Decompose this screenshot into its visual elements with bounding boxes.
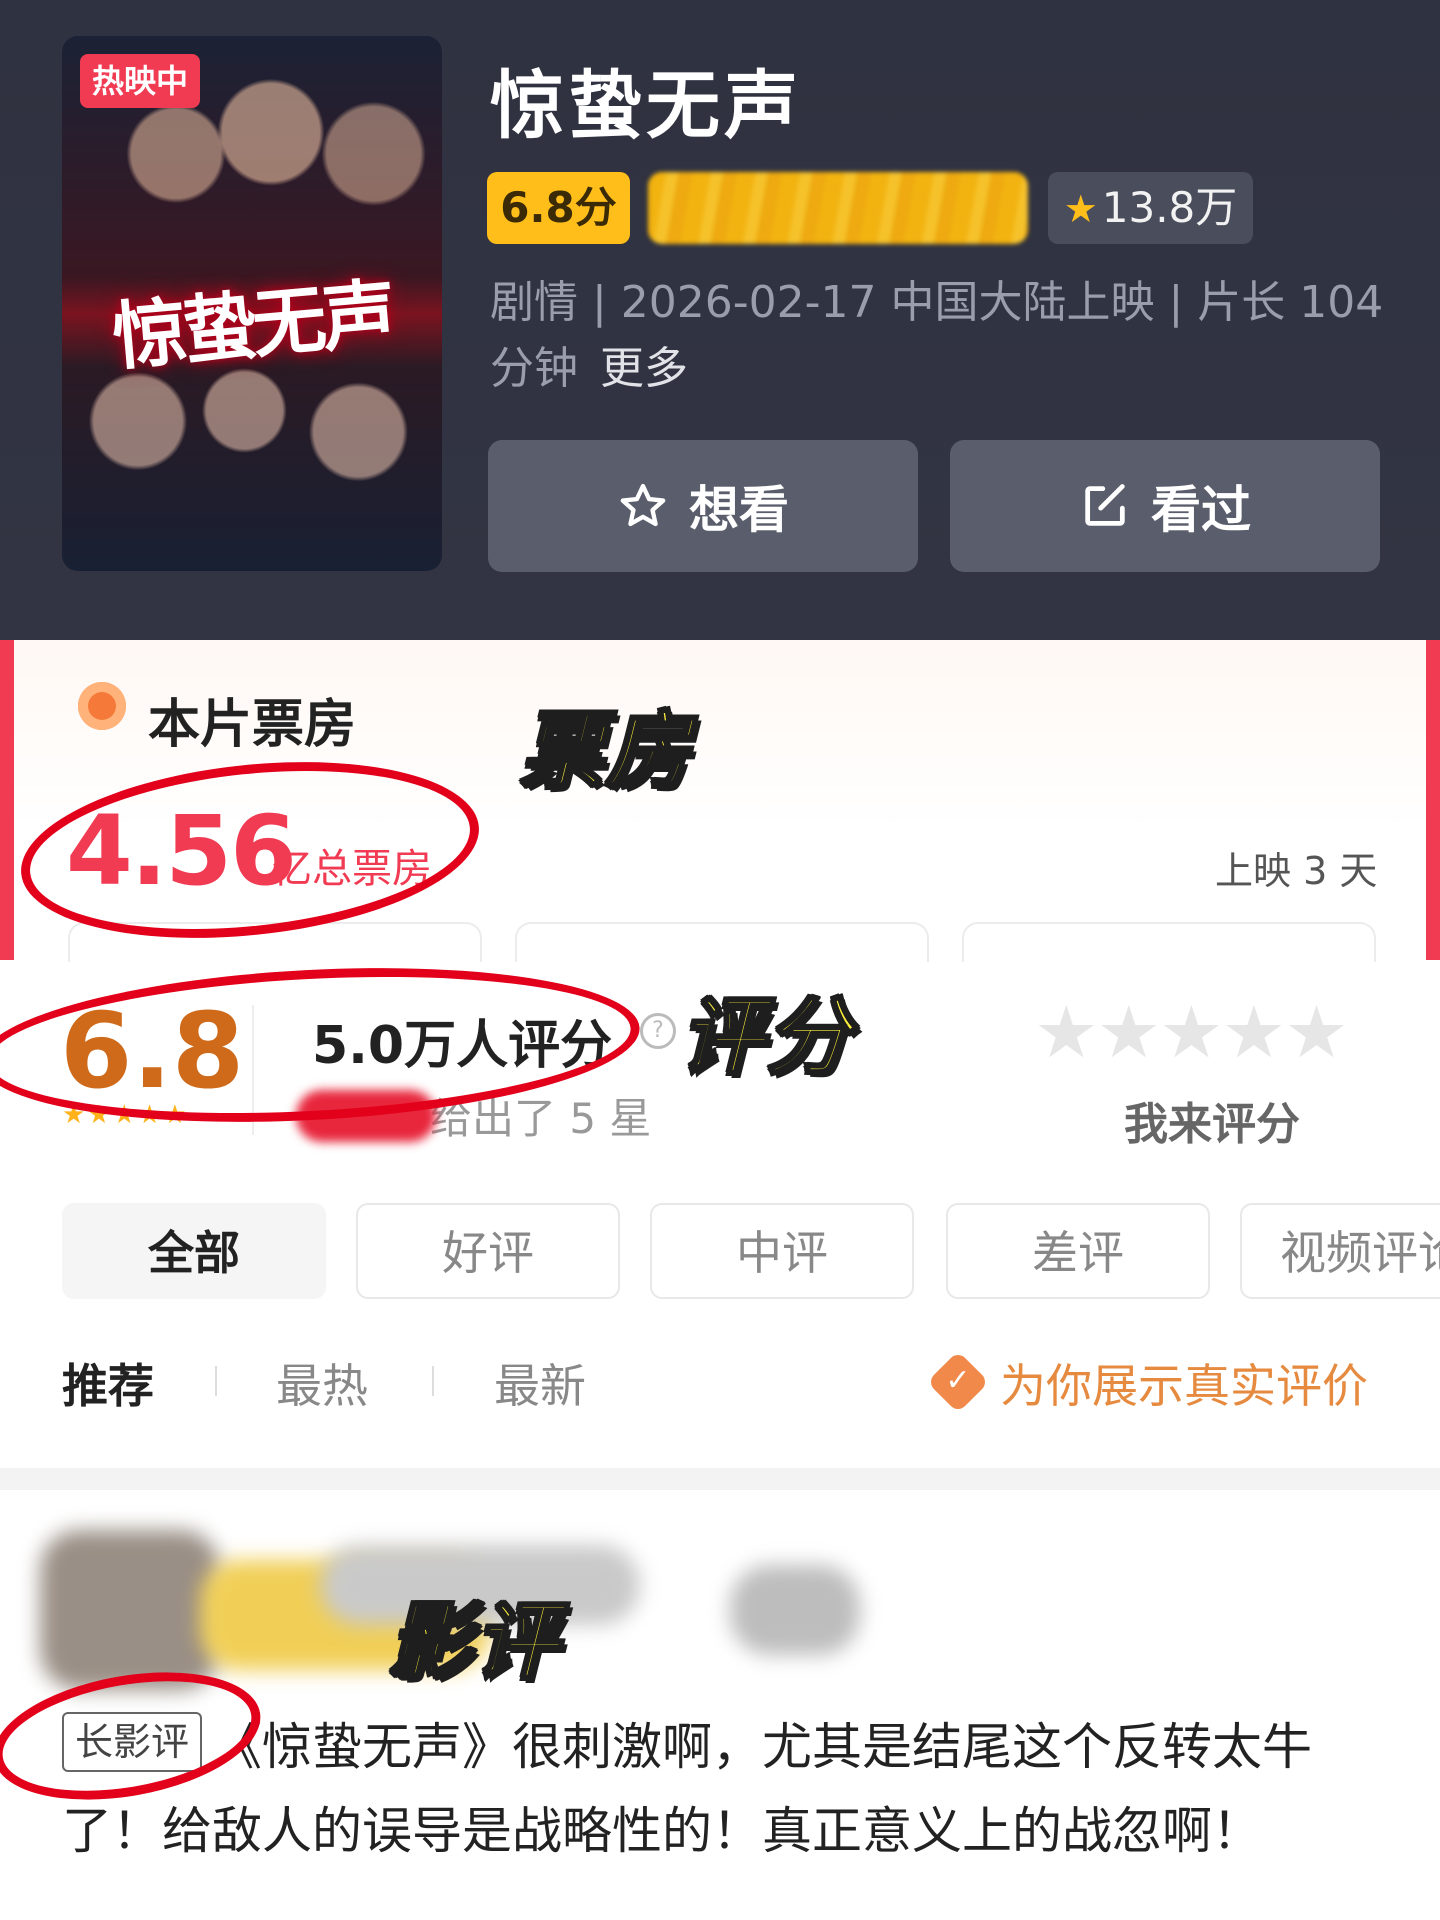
rate-me-button[interactable]: 我来评分	[1124, 1088, 1300, 1152]
my-rating-stars[interactable]: ★★★★★	[1034, 990, 1349, 1074]
real-reviews-notice: 为你展示真实评价	[1000, 1359, 1368, 1413]
tab-positive[interactable]: 好评	[356, 1203, 620, 1299]
tab-negative[interactable]: 差评	[946, 1203, 1210, 1299]
sort-divider	[432, 1366, 434, 1396]
more-link[interactable]: 更多	[600, 343, 688, 394]
annotation-box-office: 票房	[518, 701, 693, 802]
watched-button[interactable]: 看过	[950, 440, 1380, 572]
now-showing-badge: 热映中	[80, 54, 201, 108]
movie-poster[interactable]: 热映中 惊蛰无声	[62, 36, 442, 571]
movie-title: 惊蛰无声	[490, 63, 802, 149]
tab-neutral[interactable]: 中评	[650, 1203, 914, 1299]
check-icon: ✓	[945, 1363, 971, 1398]
score-badge[interactable]: 6.8分	[487, 172, 630, 244]
review-text: 《惊蛰无声》很刺激啊，尤其是结尾这个反转太牛了！给敌人的误导是战略性的！真正意义…	[62, 1718, 1312, 1860]
redacted-avatar	[40, 1530, 220, 1690]
want-count-badge[interactable]: ★13.8万	[1048, 172, 1253, 244]
tab-video-reviews[interactable]: 视频评论	[1240, 1203, 1440, 1299]
want-button-label: 想看	[689, 481, 789, 539]
days-showing: 上映 3 天	[1215, 849, 1378, 893]
sort-divider	[215, 1366, 217, 1396]
redacted-meta	[730, 1565, 860, 1655]
box-office-heading: 本片票房	[148, 695, 357, 755]
box-office-icon	[78, 682, 126, 730]
seen-button-label: 看过	[1151, 481, 1251, 539]
want-to-watch-button[interactable]: 想看	[488, 440, 918, 572]
section-separator	[0, 1468, 1440, 1490]
edit-icon	[1085, 484, 1125, 526]
help-icon[interactable]: ?	[640, 1013, 676, 1049]
sort-hottest[interactable]: 最热	[276, 1350, 368, 1416]
star-icon: ★	[1063, 187, 1098, 231]
tab-all[interactable]: 全部	[62, 1203, 326, 1299]
redacted-ranking-badge	[648, 172, 1028, 244]
star-outline-icon	[620, 483, 666, 527]
box-office-edge-right	[1426, 640, 1440, 960]
want-count-value: 13.8万	[1101, 183, 1238, 232]
poster-title-art: 惊蛰无声	[109, 270, 396, 382]
movie-info: 剧情 | 2026-02-17 中国大陆上映 | 片长 104分钟 更多	[490, 270, 1390, 402]
annotation-rating: 评分	[678, 987, 853, 1088]
sort-newest[interactable]: 最新	[494, 1350, 586, 1416]
sort-recommended[interactable]: 推荐	[62, 1350, 154, 1416]
box-office-edge-left	[0, 640, 14, 960]
annotation-review: 影评	[386, 1592, 561, 1693]
